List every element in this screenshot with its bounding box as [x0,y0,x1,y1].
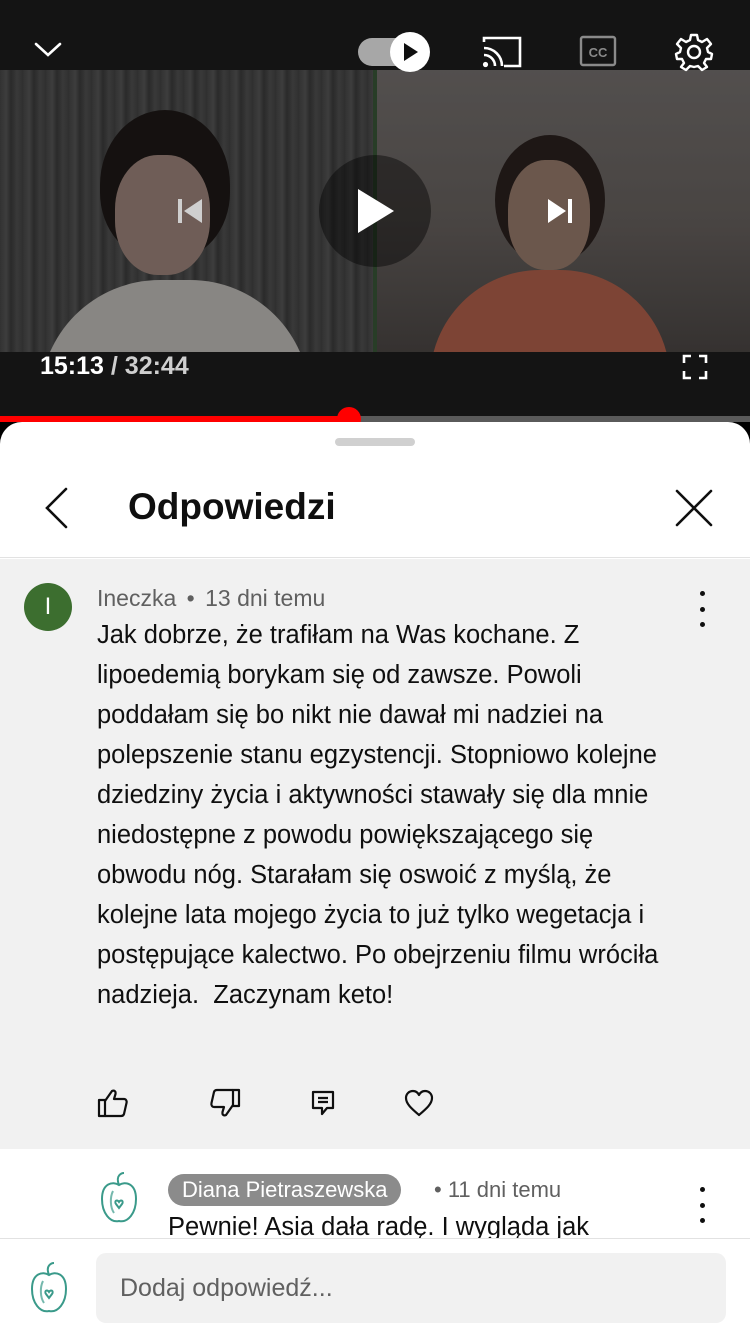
avatar[interactable]: I [24,583,72,631]
play-icon [358,189,394,233]
like-icon[interactable] [96,1086,130,1120]
reply-meta: • 11 dni temu [434,1177,561,1203]
comment-time: 13 dni temu [205,585,326,611]
next-icon[interactable] [540,191,580,231]
player-top-controls: CC [0,0,750,72]
reply-comment: Diana Pietraszewska • 11 dni temu Pewnie… [0,1149,750,1239]
back-icon[interactable] [30,482,82,534]
progress-scrubber[interactable] [336,407,361,422]
gear-icon[interactable] [672,30,716,74]
reply-time: 11 dni temu [447,1177,562,1202]
previous-icon[interactable] [170,191,210,231]
panel-title: Odpowiedzi [128,486,336,527]
duration: 32:44 [124,352,189,380]
current-time: 15:13 [40,352,104,380]
close-icon[interactable] [668,482,720,534]
drag-handle[interactable] [335,438,415,446]
comment-text: Jak dobrze, że trafiłam na Was kochane. … [97,621,672,1009]
comment-meta: Ineczka • 13 dni temu [97,585,325,612]
meta-separator: • [186,585,195,611]
chevron-down-icon[interactable] [26,28,70,72]
video-player[interactable]: CC 15:13 / 32:44 [0,0,750,422]
reply-input[interactable] [96,1253,726,1323]
apple-logo-avatar[interactable] [96,1171,142,1227]
player-center-controls [0,155,750,267]
autoplay-toggle[interactable] [358,32,430,72]
comment-author[interactable]: Ineczka [97,585,176,611]
panel-header: Odpowiedzi [0,470,750,558]
reply-meta-separator: • [434,1177,442,1202]
cc-icon[interactable]: CC [578,34,618,68]
more-options-icon[interactable] [690,591,714,627]
reply-author-chip[interactable]: Diana Pietraszewska [168,1174,402,1206]
cast-icon[interactable] [478,32,526,72]
autoplay-play-icon [390,32,430,72]
svg-text:CC: CC [589,45,608,60]
reply-icon[interactable] [306,1086,340,1120]
play-button[interactable] [319,155,431,267]
user-avatar [26,1261,72,1317]
parent-comment: I Ineczka • 13 dni temu Jak dobrze, że t… [0,559,750,1149]
time-separator: / [103,352,125,380]
comment-actions [96,1086,456,1122]
heart-icon[interactable] [402,1086,436,1120]
reply-text: Pewnie! Asia dała radę. I wygląda jak [168,1213,589,1239]
reply-composer [0,1238,750,1334]
replies-panel: Odpowiedzi I Ineczka • 13 dni temu Jak d… [0,422,750,1334]
fullscreen-icon[interactable] [678,350,712,384]
reply-more-options-icon[interactable] [690,1187,714,1223]
playback-time: 15:13 / 32:44 [40,352,189,381]
dislike-icon[interactable] [208,1086,242,1120]
